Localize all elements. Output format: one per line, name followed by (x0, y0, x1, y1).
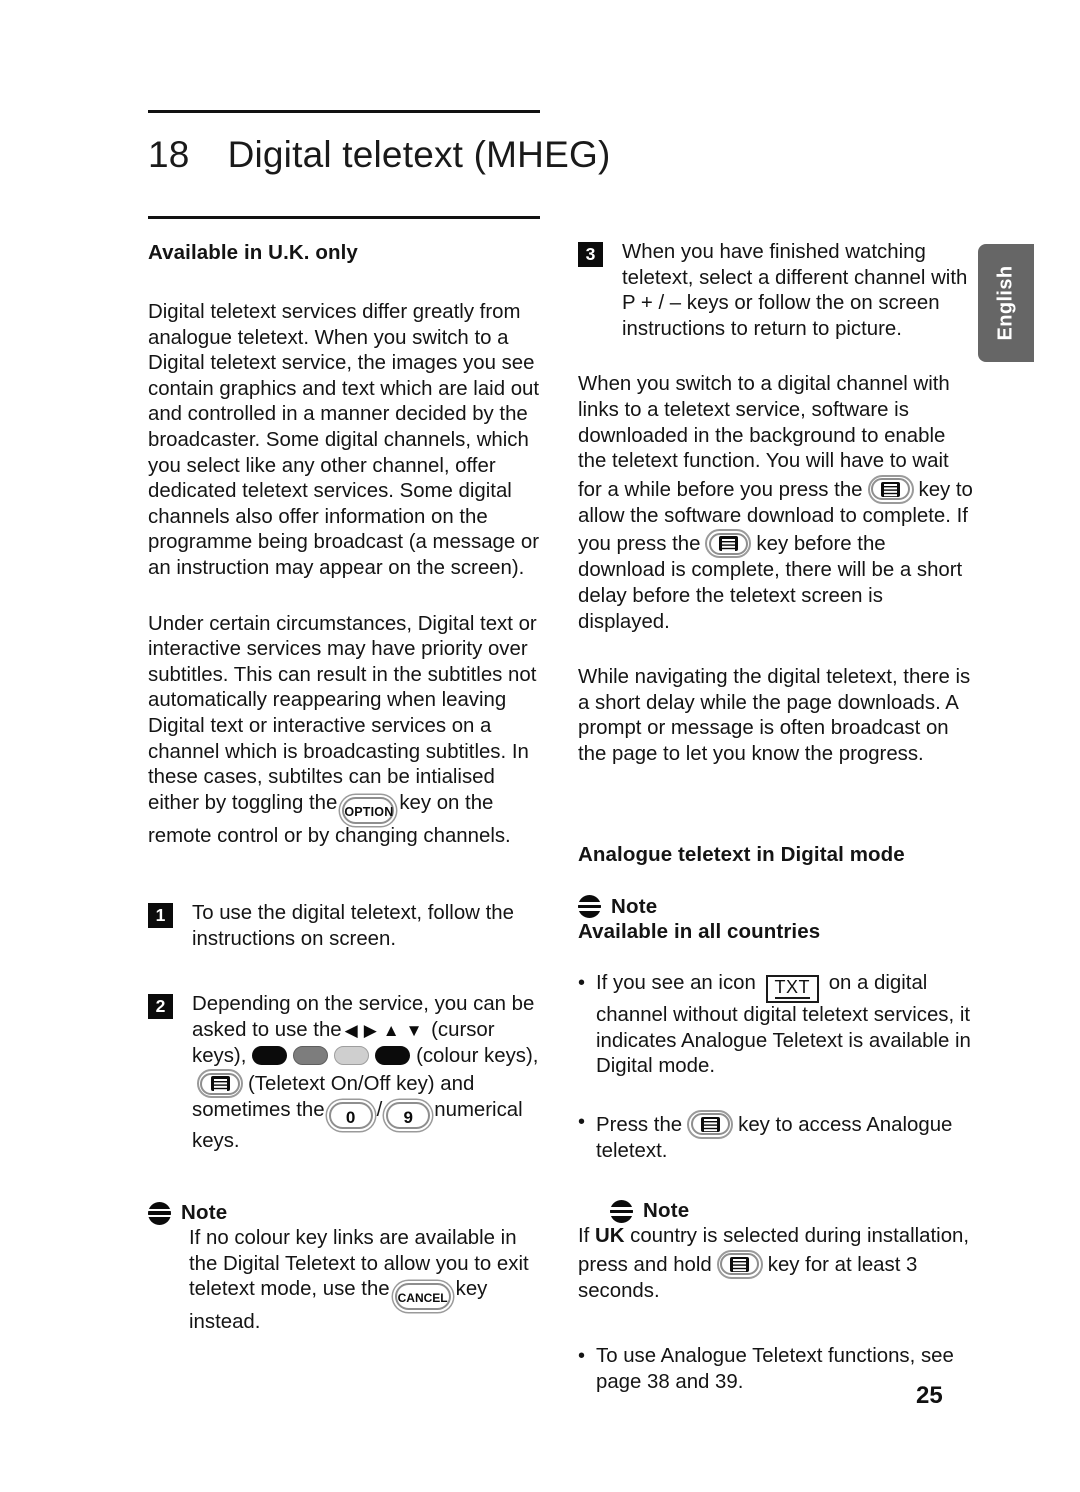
cursor-up-icon: ▲ (382, 1021, 400, 1041)
cursor-right-icon: ▶ (363, 1021, 377, 1041)
step-3-number: 3 (578, 242, 603, 267)
header-rule-bottom (148, 216, 540, 219)
paragraph-software-download: When you switch to a digital channel wit… (578, 372, 976, 635)
header-rule-top (148, 110, 540, 113)
left-column: Available in U.K. only Digital teletext … (148, 240, 546, 1335)
step-1: 1 To use the digital teletext, follow th… (148, 901, 546, 952)
note-right-1-label: Note (611, 894, 658, 918)
bullet-press-teletext-key: • Press the key to access Analogue telete… (578, 1109, 976, 1165)
note-left-header: Note (148, 1200, 546, 1226)
colour-key-1-icon (252, 1045, 288, 1065)
right-column: 3 When you have finished watching telete… (578, 240, 976, 1395)
paragraph-digital-teletext-services: Digital teletext services differ greatly… (148, 301, 540, 579)
step-2: 2 Depending on the service, you can be a… (148, 992, 546, 1154)
note-right-2-body: If UK country is selected during install… (578, 1224, 976, 1304)
teletext-onoff-key-icon (197, 1069, 243, 1099)
language-tab-label: English (994, 265, 1017, 341)
step-2-number: 2 (148, 994, 173, 1020)
note-right-1-subheading: Available in all countries (578, 920, 821, 944)
bullet-txt-text-1: If you see an icon (596, 972, 756, 995)
bullet-marker: • (578, 1110, 586, 1133)
paragraph-navigating-delay: While navigating the digital teletext, t… (578, 666, 971, 765)
section-heading-available-uk: Available in U.K. only (148, 241, 358, 264)
bullet-press-text-1: Press the (596, 1113, 683, 1136)
note-right-2-label: Note (643, 1199, 690, 1223)
colour-key-3-icon (334, 1045, 370, 1065)
step-1-number: 1 (148, 903, 173, 929)
paragraph-subtitles-priority: Under certain circumstances, Digital tex… (148, 612, 546, 850)
section-heading-analogue-teletext: Analogue teletext in Digital mode (578, 842, 905, 866)
manual-page: 18 Digital teletext (MHEG) Available in … (0, 0, 1080, 1492)
numeric-key-0-icon: 0 (328, 1101, 373, 1129)
colour-key-2-icon (293, 1045, 329, 1065)
bullet-txt-icon-text: If you see an icon TXT on a digital chan… (596, 971, 976, 1080)
teletext-onoff-key-icon (867, 474, 914, 504)
note-right-2-header: Note (610, 1198, 976, 1224)
step-3: 3 When you have finished watching telete… (578, 240, 976, 342)
numeric-key-9-icon: 9 (386, 1101, 431, 1129)
step-3-text: When you have finished watching teletext… (622, 241, 968, 340)
note-right-2-text-1: If (578, 1225, 590, 1248)
colour-key-4-icon (375, 1045, 411, 1065)
cursor-down-icon: ▼ (405, 1021, 423, 1041)
paragraph-subtitles-text-1: Under certain circumstances, Digital tex… (148, 612, 537, 814)
bullet-marker: • (578, 972, 586, 995)
note-icon (578, 894, 601, 918)
teletext-onoff-key-icon (687, 1109, 734, 1139)
teletext-onoff-key-icon (716, 1249, 763, 1279)
step-2-text-4: (Teletext On/Off key) and (248, 1073, 475, 1096)
teletext-onoff-key-icon (705, 529, 752, 559)
step-2-text-6: / (376, 1099, 383, 1122)
note-right-2-uk-bold: UK (595, 1225, 625, 1248)
note-icon (148, 1201, 171, 1225)
step-2-text: Depending on the service, you can be ask… (192, 992, 546, 1154)
page-number: 25 (916, 1382, 943, 1409)
step-2-text-5: sometimes the (192, 1099, 325, 1122)
step-1-text: To use the digital teletext, follow the … (192, 902, 514, 950)
cancel-key-icon: CANCEL (394, 1282, 451, 1310)
note-left-body: If no colour key links are available in … (189, 1226, 546, 1335)
chapter-heading: 18 Digital teletext (MHEG) (148, 134, 611, 176)
language-tab-english: English (978, 244, 1034, 362)
txt-screen-icon: TXT (765, 975, 820, 1004)
bullet-press-text: Press the key to access Analogue teletext… (596, 1109, 976, 1165)
chapter-title: Digital teletext (MHEG) (227, 134, 611, 175)
bullet-txt-icon-info: • If you see an icon TXT on a digital ch… (578, 971, 976, 1080)
note-right-1-header: Note (578, 894, 976, 920)
bullet-marker: • (578, 1345, 586, 1368)
note-icon (610, 1199, 633, 1223)
note-left-label: Note (181, 1201, 228, 1225)
step-2-text-3: (colour keys), (416, 1044, 539, 1067)
cursor-left-icon: ◀ (344, 1021, 358, 1041)
option-key-icon: OPTION (342, 796, 395, 824)
chapter-number: 18 (148, 134, 190, 175)
